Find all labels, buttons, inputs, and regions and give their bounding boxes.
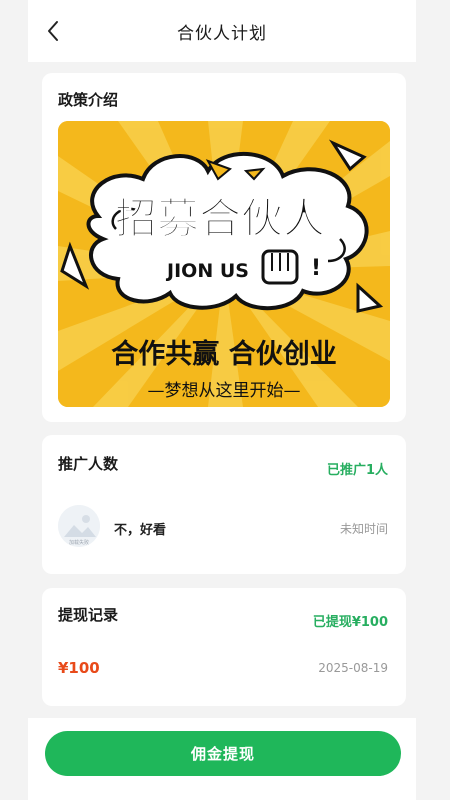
withdraw-status: 已提现¥100 <box>312 615 388 630</box>
recruit-banner-image: 招募合伙人 JION US ! 合作共赢 合伙创业 —梦想从这里开始— <box>58 121 390 407</box>
withdraw-commission-button[interactable]: 佣金提现 <box>45 731 401 776</box>
top-bar: 合伙人计划 <box>28 0 416 62</box>
withdraw-card: 提现记录 已提现¥100 ¥100 2025-08-19 <box>42 588 406 706</box>
recruit-banner[interactable]: 招募合伙人 JION US ! 合作共赢 合伙创业 —梦想从这里开始— <box>58 121 390 407</box>
banner-headline: 招募合伙人 <box>115 194 325 243</box>
avatar: 加载失败 <box>58 505 100 547</box>
banner-tagline: —梦想从这里开始— <box>148 381 301 401</box>
policy-card: 政策介绍 招募合伙人 JION US ! 合作共赢 合伙创业 —梦想从这里开始— <box>42 73 406 422</box>
left-margin <box>0 0 28 800</box>
banner-slogan: 合作共赢 合伙创业 <box>111 338 336 370</box>
back-button[interactable] <box>42 20 64 42</box>
promoted-user-time: 未知时间 <box>339 522 388 536</box>
promotion-status: 已推广1人 <box>326 463 388 478</box>
withdraw-amount: ¥100 <box>58 659 100 677</box>
withdraw-date: 2025-08-19 <box>318 661 388 675</box>
promotion-title: 推广人数 <box>58 455 119 473</box>
banner-exclaim: ! <box>311 256 321 281</box>
banner-subline: JION US <box>165 260 249 282</box>
chevron-left-icon <box>48 21 58 41</box>
policy-title: 政策介绍 <box>58 91 119 109</box>
right-margin <box>422 0 450 800</box>
image-placeholder-icon: 加载失败 <box>58 505 100 547</box>
promoted-user-name: 不，好看 <box>114 523 167 538</box>
withdraw-title: 提现记录 <box>58 606 119 624</box>
page-title: 合伙人计划 <box>177 23 267 44</box>
avatar-failed-text: 加载失败 <box>69 539 89 546</box>
promotion-card: 推广人数 已推广1人 加载失败 不，好看 未知时间 <box>42 435 406 574</box>
